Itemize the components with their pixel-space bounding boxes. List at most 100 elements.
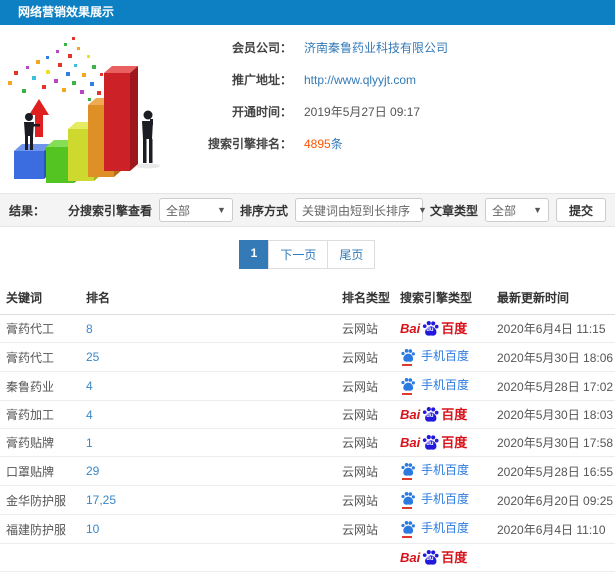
baidu-logo-icon: Bai du 百度 [400,321,468,336]
rank-type-cell: 云网站 [336,342,394,372]
chevron-down-icon: ▼ [417,205,427,215]
keyword-cell [0,543,80,572]
ranking-count-label: 搜索引擎排名： [207,137,292,151]
keyword-cell: 膏药贴牌 [0,428,80,457]
article-type-label: 文章类型 [429,203,478,218]
engine-filter-select[interactable]: 全部 ▼ [158,198,233,222]
rank-link[interactable]: 4 [86,379,93,393]
member-company-link[interactable]: 济南秦鲁药业科技有限公司 [304,39,448,56]
member-company-label: 会员公司： [231,41,292,55]
engine-filter-label: 分搜索引擎查看 [67,203,152,218]
rank-type-cell: 云网站 [336,314,394,343]
mobile-baidu-logo-icon: 手机百度 [400,462,469,480]
mobile-baidu-paw-icon [400,491,416,509]
rank-cell: 25 [80,342,336,372]
mobile-baidu-logo-icon: 手机百度 [400,348,469,366]
engine-type-column-header: 搜索引擎类型 [394,281,491,315]
rank-link[interactable]: 10 [86,522,99,536]
baidu-paw-icon: du [421,406,440,423]
table-row: Bai du 百度 [0,543,615,572]
table-row: 福建防护服 10 云网站 手机百度 2020年6月4日 11:10 [0,514,615,544]
table-row: 口罩贴牌 29 云网站 手机百度 2020年5月28日 16:55 [0,456,615,486]
rank-cell: 29 [80,456,336,486]
mobile-baidu-logo-icon: 手机百度 [400,520,469,538]
rank-link[interactable]: 29 [86,464,99,478]
rank-type-column-header: 排名类型 [336,281,394,315]
ranking-count-unit: 条 [330,137,343,151]
engine-cell: Bai du 百度 [394,428,491,457]
sort-select[interactable]: 关键词由短到长排序 ▼ [294,198,427,222]
keyword-cell: 膏药代工 [0,342,80,372]
chevron-down-icon: ▼ [533,205,542,215]
engine-cell: 手机百度 [394,456,491,486]
page-title: 网络营销效果展示 [18,5,115,19]
rank-cell [80,543,336,572]
engine-cell: Bai du 百度 [394,543,491,572]
submit-button[interactable]: 提交 [555,198,606,222]
mobile-baidu-logo-icon: 手机百度 [400,377,469,395]
promo-url-row: 推广地址： http://www.qlyyjt.com [180,71,448,88]
ranking-count-row: 搜索引擎排名： 4895条 [180,135,448,152]
updated-cell: 2020年5月30日 18:06 [491,342,615,372]
open-time-row: 开通时间： 2019年5月27日 09:17 [180,103,448,120]
promo-url-label: 推广地址： [231,73,292,87]
mobile-baidu-paw-icon [400,377,416,395]
next-page-button[interactable]: 下一页 [268,240,329,269]
keyword-cell: 金华防护服 [0,485,80,515]
keyword-column-header: 关键词 [0,281,80,315]
growth-chart-image [8,37,160,183]
member-company-row: 会员公司： 济南秦鲁药业科技有限公司 [180,39,448,56]
updated-cell: 2020年5月28日 16:55 [491,456,615,486]
engine-cell: 手机百度 [394,342,491,372]
updated-cell: 2020年5月30日 17:58 [491,428,615,457]
ranking-count-number: 4895 [304,137,331,151]
result-label: 结果： [9,203,46,218]
rank-link[interactable]: 25 [86,350,99,364]
rank-cell: 4 [80,400,336,429]
keyword-cell: 口罩贴牌 [0,456,80,486]
rank-link[interactable]: 8 [86,322,93,336]
rank-link[interactable]: 17,25 [86,493,116,507]
sort-value: 关键词由短到长排序 [301,203,410,218]
page-1-button[interactable]: 1 [238,240,270,269]
rank-type-cell [336,543,394,572]
rank-type-cell: 云网站 [336,371,394,401]
member-info: 会员公司： 济南秦鲁药业科技有限公司 推广地址： http://www.qlyy… [180,33,448,193]
updated-cell: 2020年5月28日 17:02 [491,371,615,401]
table-row: 膏药代工 25 云网站 手机百度 2020年5月30日 18:06 [0,342,615,372]
engine-cell: 手机百度 [394,514,491,544]
filter-bar: 结果： 分搜索引擎查看 全部 ▼ 排序方式 关键词由短到长排序 ▼ 文章类型 全… [0,193,615,227]
filter-controls: 分搜索引擎查看 全部 ▼ 排序方式 关键词由短到长排序 ▼ 文章类型 全部 ▼ … [68,198,606,222]
open-time-value: 2019年5月27日 09:17 [304,105,421,119]
table-header-row: 关键词 排名 排名类型 搜索引擎类型 最新更新时间 [0,281,615,315]
rank-cell: 17,25 [80,485,336,515]
baidu-paw-icon: du [421,549,440,566]
keyword-cell: 膏药加工 [0,400,80,429]
mobile-baidu-paw-icon [400,520,416,538]
last-page-button[interactable]: 尾页 [327,240,376,269]
rank-type-cell: 云网站 [336,485,394,515]
rank-type-cell: 云网站 [336,456,394,486]
article-type-value: 全部 [491,203,516,218]
updated-cell: 2020年6月20日 09:25 [491,485,615,515]
page-header: 网络营销效果展示 [0,0,615,25]
engine-cell: Bai du 百度 [394,400,491,429]
promo-url-link[interactable]: http://www.qlyyjt.com [304,73,416,87]
table-row: 膏药贴牌 1 云网站 Bai du 百度 2020年5月30日 17:58 [0,428,615,457]
rank-link[interactable]: 4 [86,408,93,422]
rank-type-cell: 云网站 [336,400,394,429]
growth-chart-illustration [2,33,180,185]
table-row: 膏药代工 8 云网站 Bai du 百度 2020年6月4日 11:15 [0,314,615,343]
baidu-paw-icon: du [421,434,440,451]
mobile-baidu-paw-icon [400,348,416,366]
rank-cell: 4 [80,371,336,401]
rank-link[interactable]: 1 [86,436,93,450]
rank-cell: 10 [80,514,336,544]
engine-cell: Bai du 百度 [394,314,491,343]
article-type-select[interactable]: 全部 ▼ [484,198,549,222]
pagination: 1 下一页 尾页 [0,240,615,269]
results-table: 关键词 排名 排名类型 搜索引擎类型 最新更新时间 膏药代工 8 云网站 Bai… [0,281,615,572]
keyword-cell: 膏药代工 [0,314,80,343]
info-section: 会员公司： 济南秦鲁药业科技有限公司 推广地址： http://www.qlyy… [0,25,615,193]
updated-column-header: 最新更新时间 [491,281,615,315]
